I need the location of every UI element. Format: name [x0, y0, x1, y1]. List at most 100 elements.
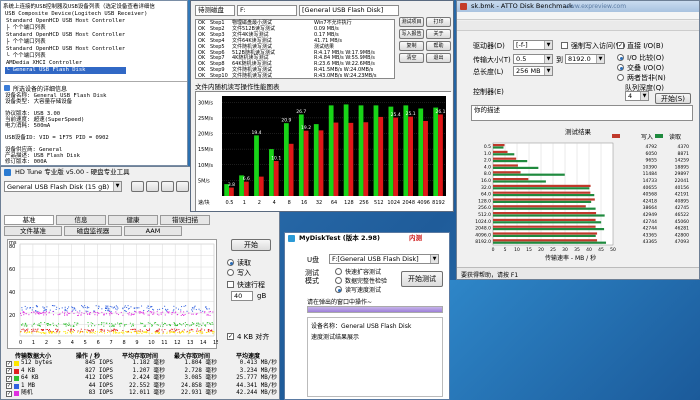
scatter-dot [209, 314, 211, 316]
scatter-dot [45, 312, 47, 314]
tree-item[interactable]: ├ 个个端口列表 [5, 25, 126, 32]
scatter-dot [197, 322, 199, 324]
chevron-down-icon: ▼ [640, 92, 648, 100]
atto-description[interactable]: 你的描述 [471, 105, 693, 121]
scatter-dot [82, 307, 84, 309]
cell-avg: 12.011 毫秒 [128, 390, 165, 397]
row-checkbox[interactable]: ✓ [6, 383, 12, 390]
tab-6[interactable]: AAM [124, 226, 182, 236]
scatter-dot [201, 331, 203, 333]
tab-5[interactable]: 磁盘监视器 [64, 226, 122, 236]
scatter-dot [70, 332, 72, 334]
quick-test-value[interactable]: 40 [231, 291, 253, 301]
neither-radio[interactable] [617, 74, 624, 81]
info-title: 所选设备的详细信息 [13, 86, 68, 93]
toolbar-icon-button-1[interactable] [131, 181, 144, 192]
tab-0[interactable]: 基准 [4, 215, 54, 225]
x-tick-label: 1 [32, 340, 35, 346]
target-disk-value[interactable]: F: [237, 5, 297, 16]
tree-item[interactable]: └ General USB Flash Disk [5, 67, 127, 74]
scatter-dot [46, 306, 48, 308]
table-row: ✓ 64 KB 412 IOPS 2.424 毫秒 3.085 毫秒 25.777 MB/… [5, 375, 277, 382]
scatter-dot [169, 329, 171, 331]
mode-quick-radio[interactable] [335, 268, 342, 275]
side-button-7[interactable]: 退出 [426, 53, 451, 63]
toolbar-icon-button-2[interactable] [146, 181, 159, 192]
tree-item[interactable]: AMDedia XHCI Controller [5, 60, 126, 67]
scatter-dot [206, 314, 208, 316]
scatter-dot [47, 325, 49, 327]
tab-3[interactable]: 错误扫描 [160, 215, 210, 225]
tree-item[interactable]: Standard OpenHCD USB Host Controller [5, 46, 126, 53]
scatter-dot [159, 308, 161, 310]
total-length-select[interactable]: 256 MB ▼ [513, 66, 553, 76]
row-checkbox[interactable]: ✓ [6, 375, 12, 382]
direct-io-checkbox[interactable]: ✓ [617, 42, 624, 49]
row-checkbox[interactable]: ✓ [6, 360, 12, 367]
category-label: 512.0 [478, 212, 491, 218]
scatter-dot [119, 323, 121, 325]
tab-4[interactable]: 文件基准 [4, 226, 62, 236]
side-button-1[interactable]: 写入报告 [399, 29, 424, 39]
side-button-3[interactable]: 清空 [399, 53, 424, 63]
mode-integrity-radio[interactable] [335, 277, 342, 284]
scatter-dot [143, 325, 145, 327]
value-label: 42418 [643, 198, 657, 204]
transfer-from[interactable]: 0.5 ▼ [513, 54, 553, 64]
side-button-2[interactable]: 复制 [399, 41, 424, 51]
scatter-dot [146, 311, 148, 313]
force-write-checkbox[interactable] [561, 42, 568, 49]
drive-select[interactable]: [-f-] ▼ [513, 40, 553, 50]
category-label: 256.0 [478, 205, 491, 211]
scatter-dot [202, 332, 204, 334]
toolbar-icon-button-3[interactable] [161, 181, 174, 192]
scatter-dot [92, 323, 94, 325]
bar-s1-10 [378, 116, 384, 196]
tree-item[interactable]: └ 个个端口列表 [5, 53, 126, 60]
usb-tree-composite[interactable]: USB Composite Device(Logitech USB Receiv… [5, 11, 147, 17]
tree-item[interactable]: ├ 个个端口列表 [5, 39, 126, 46]
u-disk-select[interactable]: F:[General USB Flash Disk] ▼ [329, 254, 439, 264]
read-radio[interactable] [227, 259, 234, 266]
tab-2[interactable]: 健康 [108, 215, 158, 225]
scatter-dot [212, 323, 214, 325]
tab-1[interactable]: 信息 [56, 215, 106, 225]
transfer-to[interactable]: 8192.0 ▼ [565, 54, 605, 64]
tree-item[interactable]: Standard OpenHCD USB Host Controller [5, 18, 126, 25]
scatter-dot [166, 331, 168, 333]
mode-speed-radio[interactable] [335, 286, 342, 293]
info-line: 修订版本: 000A [5, 159, 47, 165]
scatter-dot [190, 329, 192, 331]
scatter-dot [133, 325, 135, 327]
tree-item[interactable]: Standard OpenHCD USB Host Controller [5, 32, 126, 39]
hdtune-start-button[interactable]: 开始 [231, 239, 271, 251]
scatter-dot [92, 329, 94, 331]
atto-start-button[interactable]: 开始(S) [655, 93, 691, 104]
queue-depth-select[interactable]: 4 ▼ [625, 91, 649, 101]
row-checkbox[interactable]: ✓ [6, 368, 12, 375]
scatter-dot [42, 311, 44, 313]
table-header-cell: 平均速度 [235, 353, 260, 360]
align-checkbox[interactable]: ✓ [227, 333, 234, 340]
mydisktest-start-button[interactable]: 开始测试 [401, 271, 443, 287]
io-compare-radio[interactable] [617, 54, 624, 61]
scatter-dot [207, 328, 209, 330]
hdtune-drive-select[interactable]: General USB Flash Disk (15 gB) ▼ [4, 181, 122, 192]
row-checkbox[interactable]: ✓ [6, 390, 12, 397]
side-button-6[interactable]: 帮助 [426, 41, 451, 51]
toolbar-icon-button-4[interactable] [176, 181, 189, 192]
scatter-dot [23, 329, 25, 331]
side-button-0[interactable]: 测试项目 [399, 17, 424, 27]
value-label: 40156 [675, 185, 689, 191]
scatter-dot [148, 330, 150, 332]
side-button-5[interactable]: 关于 [426, 29, 451, 39]
quick-test-checkbox[interactable] [227, 281, 234, 288]
scatter-dot [128, 312, 130, 314]
io-overlap-radio[interactable] [617, 64, 624, 71]
scatter-dot [95, 311, 97, 313]
side-button-4[interactable]: 打印 [426, 17, 451, 27]
value-label: 14259 [675, 158, 689, 164]
write-radio[interactable] [227, 269, 234, 276]
hdtune-tabs: 基准 信息 健康 错误扫描文件基准 磁盘监视器 AAM [4, 215, 279, 237]
scatter-dot [127, 313, 129, 315]
